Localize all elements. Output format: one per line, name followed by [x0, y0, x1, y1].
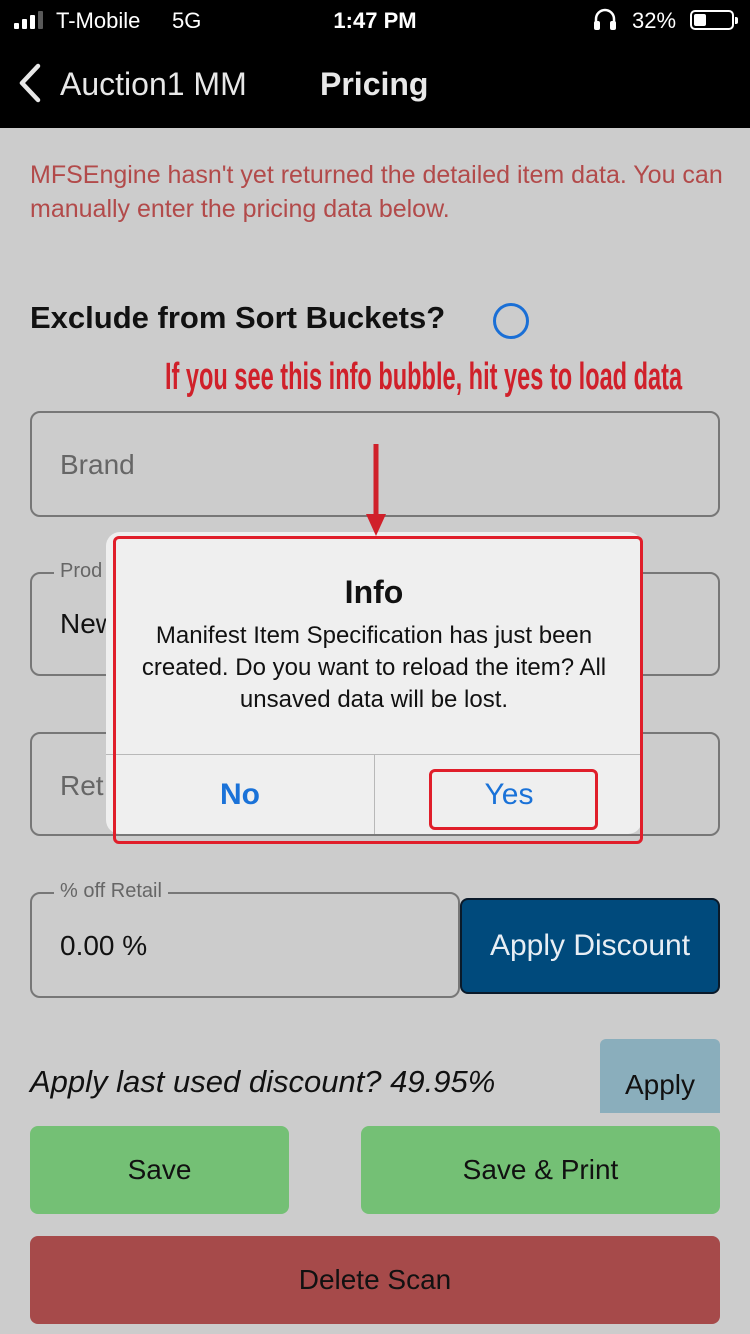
battery-icon: [690, 10, 738, 30]
percent-off-retail-value: 0.00 %: [60, 930, 148, 961]
save-button[interactable]: Save: [30, 1126, 289, 1214]
exclude-sort-buckets-label: Exclude from Sort Buckets?: [30, 300, 446, 335]
top-bar: T-Mobile 5G 1:47 PM 32% Auction1 MM Pric…: [0, 0, 750, 128]
yes-highlight-box: [429, 769, 598, 830]
status-bar: T-Mobile 5G 1:47 PM 32%: [0, 0, 750, 42]
annotation-arrow-icon: [366, 444, 386, 536]
percent-off-retail-legend: % off Retail: [54, 880, 168, 903]
exclude-sort-buckets-radio[interactable]: [493, 303, 529, 339]
page-title: Pricing: [320, 66, 429, 102]
headphones-icon: [594, 8, 616, 30]
apply-last-discount-button[interactable]: Apply: [600, 1039, 720, 1113]
annotation-note: If you see this info bubble, hit yes to …: [165, 356, 683, 398]
apply-discount-button[interactable]: Apply Discount: [460, 898, 720, 994]
back-button[interactable]: Auction1 MM: [60, 66, 247, 103]
delete-scan-button[interactable]: Delete Scan: [30, 1236, 720, 1324]
percent-off-retail-field[interactable]: % off Retail 0.00 %: [30, 880, 460, 998]
save-print-button[interactable]: Save & Print: [361, 1126, 720, 1214]
battery-percent: 32%: [632, 8, 677, 33]
last-used-discount-text: Apply last used discount? 49.95%: [30, 1064, 496, 1099]
product-field-legend: Prod: [54, 560, 109, 583]
retail-placeholder: Ret: [60, 770, 104, 801]
navigation-bar: Auction1 MM Pricing: [0, 42, 750, 128]
back-chevron-icon[interactable]: [14, 60, 50, 106]
warning-message: MFSEngine hasn't yet returned the detail…: [30, 161, 723, 223]
brand-placeholder: Brand: [60, 449, 135, 480]
